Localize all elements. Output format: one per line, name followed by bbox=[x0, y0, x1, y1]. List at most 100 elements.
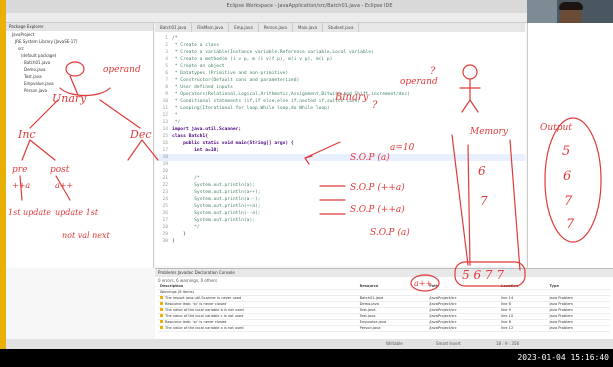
code-line[interactable]: 3 * Create a variable(Instance variable,… bbox=[155, 49, 525, 56]
problems-cell-text: line 9 bbox=[501, 308, 511, 312]
code-line[interactable]: 6 * Datatypes (Primitive and non-primiti… bbox=[155, 70, 525, 77]
explorer-item[interactable]: Test.java bbox=[6, 73, 153, 80]
problems-cell-text: Empvalue.java bbox=[359, 320, 387, 324]
code-line[interactable]: 13 */ bbox=[155, 119, 525, 126]
code-line[interactable]: 10 * Conditional statements (if,if else,… bbox=[155, 98, 525, 105]
warning-icon bbox=[160, 326, 163, 329]
line-number: 2 bbox=[165, 43, 168, 48]
video-bottom-bar: 2023-01-04 15:16:40 bbox=[0, 349, 613, 367]
code-line[interactable]: 7 * Constructor(Default cons and paramet… bbox=[155, 77, 525, 84]
problems-cell-text: Java Problem bbox=[549, 308, 573, 312]
problems-cell-text: Java Problem bbox=[549, 296, 573, 300]
explorer-item[interactable]: Empvalue.java bbox=[6, 80, 153, 87]
editor-tab[interactable]: Batch01.java bbox=[155, 23, 193, 32]
problems-cell-text: /JavaProject/src bbox=[429, 296, 457, 300]
explorer-item[interactable]: src bbox=[6, 45, 153, 52]
problems-cell-text: Demo.java bbox=[359, 302, 379, 306]
problems-cell-text: line 8 bbox=[501, 320, 511, 324]
code-line[interactable]: 9 * Operators(Relational,Logical,Arithme… bbox=[155, 91, 525, 98]
code-line[interactable]: 29 } bbox=[155, 231, 525, 238]
problems-cell-text: Resource leak: 'sc' is never closed bbox=[165, 302, 227, 306]
editor-tab[interactable]: Emp.java bbox=[229, 23, 259, 32]
code-line[interactable]: 2 * Create a class bbox=[155, 42, 525, 49]
code-line[interactable]: 22 System.out.println(a); bbox=[155, 182, 525, 189]
problems-cell-text: /JavaProject/src bbox=[429, 326, 457, 330]
editor-tab[interactable]: FileMain.java bbox=[192, 23, 230, 32]
code-text: System.out.println(++a); bbox=[172, 204, 261, 209]
problems-tabs[interactable]: Problems Javadoc Declaration Console bbox=[155, 269, 613, 277]
code-line[interactable]: 15 class Batch1{ bbox=[155, 133, 525, 140]
problems-cell-text: Java Problem bbox=[549, 320, 573, 324]
code-line[interactable]: 21 /* bbox=[155, 175, 525, 182]
code-line[interactable]: 23 System.out.println(a++); bbox=[155, 189, 525, 196]
code-text: class Batch1{ bbox=[172, 134, 208, 139]
explorer-item[interactable]: Demo.java bbox=[6, 66, 153, 73]
warning-icon bbox=[160, 296, 163, 299]
explorer-item[interactable]: Batch01.java bbox=[6, 59, 153, 66]
status-insert: Smart Insert bbox=[436, 341, 461, 346]
editor-tab[interactable]: Person.java bbox=[259, 23, 293, 32]
code-line[interactable]: 19 bbox=[155, 161, 525, 168]
code-line[interactable]: 25 System.out.println(++a); bbox=[155, 203, 525, 210]
code-line[interactable]: 30} bbox=[155, 238, 525, 245]
line-number: 16 bbox=[162, 141, 168, 146]
problems-cell-text: The value of the local variable c is not… bbox=[165, 314, 244, 318]
code-text: */ bbox=[172, 225, 200, 230]
code-line[interactable]: 18 bbox=[155, 154, 525, 161]
code-text: public static void main(String[] args) { bbox=[172, 141, 294, 146]
code-line[interactable]: 17 int a=10; bbox=[155, 147, 525, 154]
code-text: * Operators(Relational,Logical,Arithmeti… bbox=[172, 92, 410, 97]
code-line[interactable]: 8 * User defined inputs bbox=[155, 84, 525, 91]
recording-timestamp: 2023-01-04 15:16:40 bbox=[517, 353, 609, 362]
code-line[interactable]: 26 System.out.println(--a); bbox=[155, 210, 525, 217]
code-text: * bbox=[172, 113, 178, 118]
code-line[interactable]: 16 public static void main(String[] args… bbox=[155, 140, 525, 147]
line-number: 29 bbox=[162, 232, 168, 237]
problems-cell-text: Person.java bbox=[359, 326, 381, 330]
toolbar bbox=[6, 13, 613, 28]
warning-icon bbox=[160, 320, 163, 323]
editor-tab[interactable]: Main.java bbox=[293, 23, 324, 32]
code-line[interactable]: 27 System.out.println(a); bbox=[155, 217, 525, 224]
code-text: * Constructor(Default cons and parameter… bbox=[172, 78, 300, 83]
problems-cell-text: Batch01.java bbox=[359, 296, 384, 300]
line-number: 21 bbox=[162, 176, 168, 181]
problems-cell: The value of the local variable x is not… bbox=[158, 325, 358, 332]
code-line[interactable]: 5 * Create an object bbox=[155, 63, 525, 70]
line-number: 14 bbox=[162, 127, 168, 132]
line-number: 11 bbox=[162, 106, 168, 111]
explorer-item[interactable]: JRE System Library [JavaSE-17] bbox=[6, 38, 153, 45]
code-line[interactable]: 4 * Create a method(m (i v p, m (i v(f p… bbox=[155, 56, 525, 63]
problems-cell: Person.java bbox=[357, 325, 428, 332]
explorer-tree: JavaProject JRE System Library [JavaSE-17… bbox=[6, 31, 153, 94]
line-number: 13 bbox=[162, 120, 168, 125]
code-line[interactable]: 20 bbox=[155, 168, 525, 175]
explorer-item[interactable]: (default package) bbox=[6, 52, 153, 59]
explorer-tab[interactable]: Package Explorer bbox=[6, 23, 153, 31]
code-line[interactable]: 1 /* bbox=[155, 35, 525, 42]
problems-cell-text: Test.java bbox=[359, 314, 376, 318]
problems-cell-text: /JavaProject/src bbox=[429, 314, 457, 318]
line-number: 3 bbox=[165, 50, 168, 55]
code-line[interactable]: 28 */ bbox=[155, 224, 525, 231]
problems-cell-text: /JavaProject/src bbox=[429, 308, 457, 312]
explorer-item[interactable]: JavaProject bbox=[6, 31, 153, 38]
code-line[interactable]: 24 System.out.println(a--); bbox=[155, 196, 525, 203]
status-mode: Writable bbox=[386, 341, 403, 346]
line-number: 25 bbox=[162, 204, 168, 209]
code-text: */ bbox=[172, 120, 181, 125]
line-number: 17 bbox=[162, 148, 168, 153]
problems-row[interactable]: The value of the local variable x is not… bbox=[158, 325, 610, 332]
explorer-item[interactable]: Person.java bbox=[6, 87, 153, 94]
code-editor[interactable]: 1/* 2 * Create a class 3 * Create a variab… bbox=[155, 32, 525, 266]
line-number: 1 bbox=[165, 36, 168, 41]
ide-screen: Eclipse Workspace - JavaApplication/src/… bbox=[0, 0, 613, 349]
line-number: 6 bbox=[165, 71, 168, 76]
presenter-hair bbox=[559, 2, 583, 10]
warning-icon bbox=[160, 314, 163, 317]
code-line[interactable]: 14 import java.util.Scanner; bbox=[155, 126, 525, 133]
line-number: 23 bbox=[162, 190, 168, 195]
editor-tab[interactable]: Student.java bbox=[323, 23, 360, 32]
code-line[interactable]: 11 * Looping(Iterational for loop,While … bbox=[155, 105, 525, 112]
code-line[interactable]: 12 * bbox=[155, 112, 525, 119]
